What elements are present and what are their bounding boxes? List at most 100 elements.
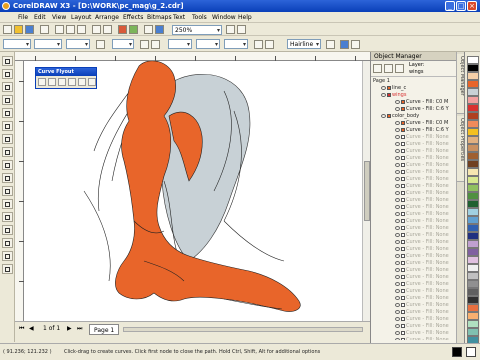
save-icon[interactable] — [25, 25, 34, 34]
object-tree-row[interactable]: Curve - Fill: None — [371, 288, 455, 295]
visibility-eye-icon[interactable] — [395, 155, 400, 160]
freehand-tool-icon[interactable] — [2, 108, 13, 118]
rotation-angle-field[interactable] — [112, 39, 134, 49]
object-tree-row[interactable]: Curve - Fill: None — [371, 323, 455, 330]
color-swatch[interactable] — [467, 208, 479, 216]
outline-width-select[interactable]: Hairline — [287, 39, 321, 49]
color-swatch[interactable] — [467, 112, 479, 120]
horizontal-ruler[interactable] — [15, 52, 370, 61]
object-tree-row[interactable]: Curve - Fill: None — [371, 295, 455, 302]
menu-text[interactable]: Text — [173, 12, 185, 23]
x-position-field[interactable] — [3, 39, 31, 49]
visibility-eye-icon[interactable] — [395, 169, 400, 174]
visibility-eye-icon[interactable] — [395, 162, 400, 167]
outline-tool-icon[interactable] — [2, 238, 13, 248]
end-arrowhead-select[interactable] — [224, 39, 248, 49]
shape-tool-icon[interactable] — [2, 69, 13, 79]
visibility-eye-icon[interactable] — [395, 274, 400, 279]
menu-file[interactable]: File — [18, 12, 28, 23]
visibility-eye-icon[interactable] — [395, 337, 400, 340]
object-tree-row[interactable]: Curve - Fill: None — [371, 197, 455, 204]
drawing-canvas[interactable] — [24, 61, 362, 321]
object-tree-row[interactable]: Curve - Fill: None — [371, 141, 455, 148]
object-tree-row[interactable]: Curve - Fill: None — [371, 134, 455, 141]
menu-layout[interactable]: Layout — [71, 12, 91, 23]
object-tree-row[interactable]: Curve - Fill: None — [371, 302, 455, 309]
color-swatch[interactable] — [467, 272, 479, 280]
object-tree-row[interactable]: Curve - Fill: None — [371, 267, 455, 274]
close-curve-icon[interactable] — [254, 40, 263, 49]
object-tree-row[interactable]: Curve - Fill: None — [371, 239, 455, 246]
cut-icon[interactable] — [55, 25, 64, 34]
visibility-eye-icon[interactable] — [395, 239, 400, 244]
color-swatch[interactable] — [467, 136, 479, 144]
object-tree-row[interactable]: Page 1 — [371, 78, 455, 85]
color-swatch[interactable] — [467, 296, 479, 304]
visibility-eye-icon[interactable] — [395, 106, 400, 111]
freehand-smoothing-icon[interactable] — [326, 40, 335, 49]
visibility-eye-icon[interactable] — [395, 183, 400, 188]
visibility-eye-icon[interactable] — [395, 225, 400, 230]
object-tree-row[interactable]: line_c — [371, 85, 455, 92]
visibility-eye-icon[interactable] — [395, 190, 400, 195]
export-icon[interactable] — [129, 25, 138, 34]
bezier-icon[interactable] — [48, 78, 56, 86]
color-swatch[interactable] — [467, 288, 479, 296]
scale-factor-field[interactable] — [66, 39, 90, 49]
polyline-icon[interactable] — [78, 78, 86, 86]
object-tree-row[interactable]: Curve - Fill: None — [371, 190, 455, 197]
vertical-ruler[interactable] — [15, 61, 24, 321]
visibility-eye-icon[interactable] — [395, 232, 400, 237]
visibility-eye-icon[interactable] — [395, 302, 400, 307]
menu-window[interactable]: Window — [212, 12, 236, 23]
line-style-select[interactable] — [196, 39, 220, 49]
text-tool-icon[interactable] — [2, 186, 13, 196]
color-swatch[interactable] — [467, 88, 479, 96]
color-swatch[interactable] — [467, 168, 479, 176]
object-tree-row[interactable]: Curve - Fill: None — [371, 309, 455, 316]
color-swatch[interactable] — [467, 128, 479, 136]
object-tree-row[interactable]: wings — [371, 92, 455, 99]
fill-indicator-icon[interactable] — [452, 347, 462, 357]
color-swatch[interactable] — [467, 328, 479, 336]
visibility-eye-icon[interactable] — [395, 148, 400, 153]
object-tree-row[interactable]: Curve - Fill: None — [371, 204, 455, 211]
color-swatch[interactable] — [467, 256, 479, 264]
visibility-eye-icon[interactable] — [395, 204, 400, 209]
visibility-eye-icon[interactable] — [395, 120, 400, 125]
bezier-tool-icon[interactable] — [340, 40, 349, 49]
object-tree-row[interactable]: Curve - Fill: None — [371, 218, 455, 225]
menu-arrange[interactable]: Arrange — [95, 12, 119, 23]
last-page-icon[interactable]: ⏭ — [77, 322, 82, 336]
color-swatch[interactable] — [467, 280, 479, 288]
color-swatch[interactable] — [467, 152, 479, 160]
maximize-button[interactable]: □ — [456, 1, 466, 11]
object-tree-row[interactable]: Curve - Fill: C0 M — [371, 120, 455, 127]
object-tree-row[interactable]: Curve - Fill: None — [371, 148, 455, 155]
mirror-horizontal-icon[interactable] — [140, 40, 149, 49]
object-tree-row[interactable]: Curve - Fill: None — [371, 260, 455, 267]
visibility-eye-icon[interactable] — [395, 127, 400, 132]
layer-manager-view-icon[interactable] — [395, 64, 404, 73]
3-point-curve-icon[interactable] — [88, 78, 96, 86]
visibility-eye-icon[interactable] — [395, 211, 400, 216]
object-tree-row[interactable]: Curve - Fill: None — [371, 274, 455, 281]
visibility-eye-icon[interactable] — [395, 281, 400, 286]
crop-tool-icon[interactable] — [2, 82, 13, 92]
new-icon[interactable] — [3, 25, 12, 34]
visibility-eye-icon[interactable] — [395, 288, 400, 293]
color-swatch[interactable] — [467, 160, 479, 168]
vertical-scrollbar[interactable] — [362, 61, 370, 321]
object-tree-row[interactable]: Curve - Fill: None — [371, 183, 455, 190]
object-tree-row[interactable]: Curve - Fill: None — [371, 281, 455, 288]
basic-shapes-tool-icon[interactable] — [2, 173, 13, 183]
paste-icon[interactable] — [77, 25, 86, 34]
visibility-eye-icon[interactable] — [395, 323, 400, 328]
close-button[interactable]: × — [467, 1, 477, 11]
visibility-eye-icon[interactable] — [395, 309, 400, 314]
pick-tool-icon[interactable] — [2, 56, 13, 66]
eyedropper-tool-icon[interactable] — [2, 225, 13, 235]
menu-view[interactable]: View — [52, 12, 66, 23]
copy-icon[interactable] — [66, 25, 75, 34]
object-tree-row[interactable]: Curve - Fill: None — [371, 337, 455, 340]
